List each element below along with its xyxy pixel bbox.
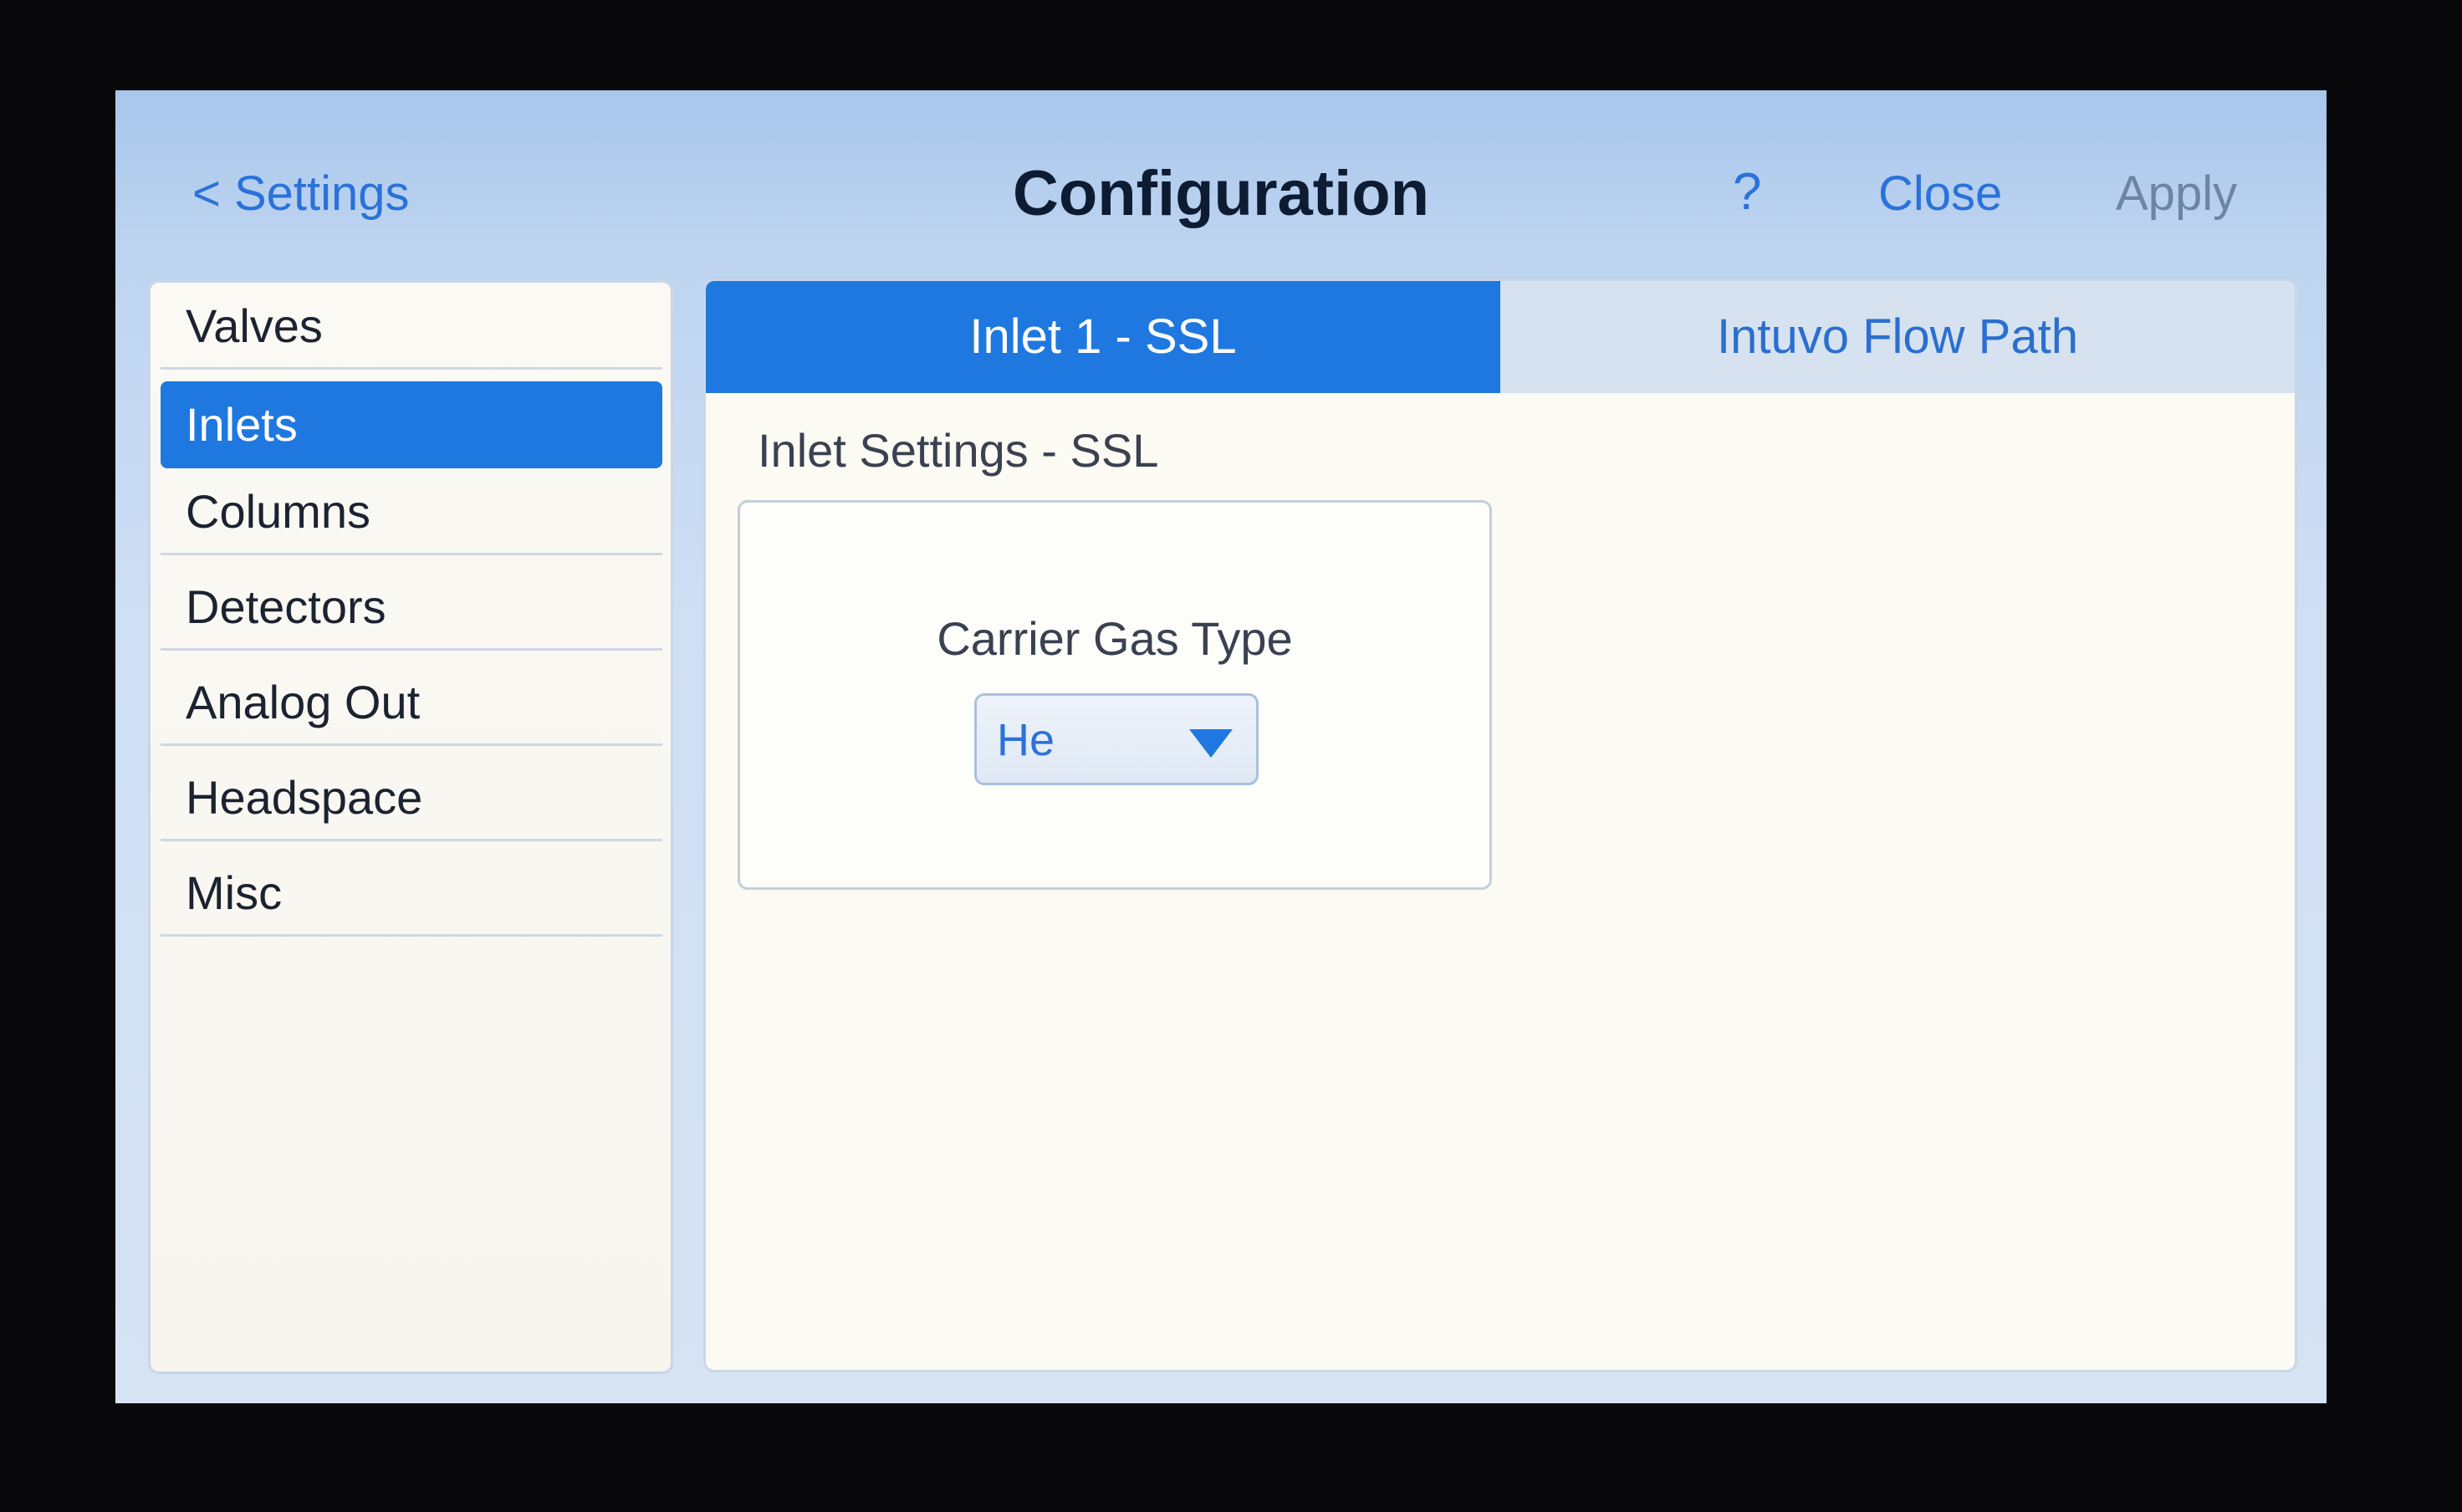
sidebar-item-detectors[interactable]: Detectors <box>161 564 662 651</box>
main-panel: Inlet 1 - SSL Intuvo Flow Path Inlet Set… <box>706 281 2295 1370</box>
carrier-gas-type-label: Carrier Gas Type <box>937 612 1293 665</box>
touchscreen-display: < Settings Configuration ? Close Apply V… <box>115 90 2327 1403</box>
tab-inlet-1-ssl[interactable]: Inlet 1 - SSL <box>706 281 1500 393</box>
help-button[interactable]: ? <box>1733 162 1761 222</box>
dropdown-arrow-icon <box>1189 729 1233 758</box>
close-button[interactable]: Close <box>1878 166 2002 222</box>
section-title: Inlet Settings - SSL <box>758 424 1159 477</box>
sidebar-item-inlets[interactable]: Inlets <box>161 381 662 468</box>
back-to-settings-link[interactable]: < Settings <box>192 166 410 222</box>
sidebar-menu: Valves Inlets Columns Detectors Analog O… <box>151 283 671 1372</box>
sidebar-item-valves[interactable]: Valves <box>161 283 662 370</box>
tab-intuvo-flow-path[interactable]: Intuvo Flow Path <box>1500 281 2295 393</box>
header-bar: < Settings Configuration ? Close Apply <box>115 90 2327 274</box>
sidebar-item-headspace[interactable]: Headspace <box>161 754 662 841</box>
carrier-gas-type-value: He <box>997 715 1055 765</box>
carrier-gas-type-dropdown[interactable]: He <box>974 693 1259 785</box>
sidebar-item-misc[interactable]: Misc <box>161 850 662 937</box>
inlet-settings-group: Carrier Gas Type He <box>738 500 1492 890</box>
apply-button[interactable]: Apply <box>2116 166 2237 222</box>
sidebar-item-columns[interactable]: Columns <box>161 468 662 555</box>
sidebar-item-analog-out[interactable]: Analog Out <box>161 659 662 746</box>
